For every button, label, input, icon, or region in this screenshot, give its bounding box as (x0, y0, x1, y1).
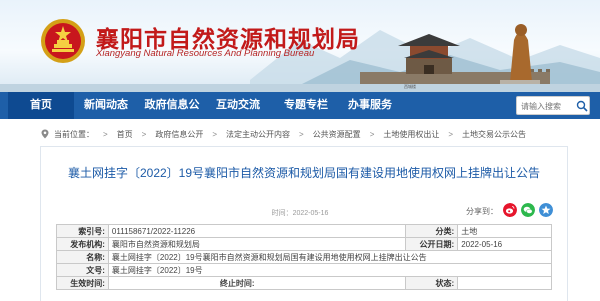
name-label: 名称: (56, 250, 109, 264)
main-nav: 首页 新闻动态 政府信息公开 互动交流 专题专栏 办事服务 (0, 92, 600, 138)
breadcrumb-prefix: 当前位置： (54, 129, 94, 139)
breadcrumb-land-transfer[interactable]: 土地使用权出让 (383, 129, 439, 140)
banner-caption: 西城楼 (404, 84, 416, 89)
breadcrumb-separator: > (103, 129, 108, 139)
nav-interaction[interactable]: 互动交流 (210, 92, 266, 119)
breadcrumb-statutory[interactable]: 法定主动公开内容 (226, 129, 290, 140)
document-info-table: 索引号: 011158671/2022-11226 分类: 土地 发布机构: 襄… (56, 224, 553, 290)
name-value: 襄土网挂字〔2022〕19号襄阳市自然资源和规划局国有建设用地使用权网上挂牌出让… (107, 250, 553, 264)
index-label: 索引号: (56, 224, 109, 238)
article-title: 襄土网挂字〔2022〕19号襄阳市自然资源和规划局国有建设用地使用权网上挂牌出让… (67, 166, 541, 180)
site-subtitle: Xiangyang Natural Resources And Planning… (96, 48, 315, 59)
nav-news[interactable]: 新闻动态 (76, 92, 136, 119)
nav-home[interactable]: 首页 (8, 92, 74, 119)
publisher-value: 襄阳市自然资源和规划局 (107, 237, 407, 251)
pubdate-label: 公开日期: (405, 237, 459, 251)
wechat-icon[interactable] (521, 203, 535, 217)
share-label: 分享到： (466, 207, 498, 216)
pubdate-value: 2022-05-16 (457, 237, 552, 251)
breadcrumb-land-notices[interactable]: 土地交易公示公告 (462, 129, 526, 140)
category-value: 土地 (457, 224, 552, 238)
search-input[interactable] (521, 99, 573, 113)
nav-special-topics[interactable]: 专题专栏 (278, 92, 334, 119)
location-icon (41, 129, 49, 139)
index-value: 011158671/2022-11226 (107, 224, 407, 238)
breadcrumb-separator: > (141, 129, 147, 139)
national-emblem-icon (40, 18, 86, 64)
header-banner: 襄阳市自然资源和规划局 Xiangyang Natural Resources … (0, 0, 600, 92)
table-row: 文号: 襄土网挂字〔2022〕19号 (56, 263, 553, 277)
effective-and-expiry: 终止时间: (107, 276, 407, 290)
table-row: 发布机构: 襄阳市自然资源和规划局 公开日期: 2022-05-16 (56, 237, 552, 251)
status-value (457, 276, 552, 290)
breadcrumb-gov-info[interactable]: 政府信息公开 (155, 129, 203, 140)
effective-label: 生效时间: (56, 276, 109, 290)
search-box (516, 96, 590, 115)
docno-label: 文号: (56, 263, 109, 277)
publisher-label: 发布机构: (56, 237, 109, 251)
expiry-label: 终止时间: (219, 278, 255, 288)
breadcrumb-home[interactable]: 首页 (117, 129, 133, 140)
nav-services[interactable]: 办事服务 (342, 92, 398, 119)
status-label: 状态: (405, 276, 459, 290)
qzone-icon[interactable] (539, 203, 553, 217)
docno-value: 襄土网挂字〔2022〕19号 (107, 263, 553, 277)
page: 襄阳市自然资源和规划局 Xiangyang Natural Resources … (0, 0, 600, 301)
search-icon[interactable] (576, 100, 588, 112)
breadcrumb: 当前位置： > 首页 > 政府信息公开 > 法定主动公开内容 > 公共资源配置 … (40, 127, 526, 141)
category-label: 分类: (405, 224, 459, 238)
table-row: 生效时间: 终止时间: 状态: (56, 276, 552, 290)
breadcrumb-separator: > (448, 129, 454, 139)
weibo-icon[interactable] (503, 203, 517, 217)
nav-gov-info[interactable]: 政府信息公开 (140, 92, 204, 138)
breadcrumb-separator: > (369, 129, 375, 139)
breadcrumb-separator: > (299, 129, 304, 139)
breadcrumb-public-resources[interactable]: 公共资源配置 (313, 129, 361, 140)
table-row: 名称: 襄土网挂字〔2022〕19号襄阳市自然资源和规划局国有建设用地使用权网上… (56, 250, 553, 264)
table-row: 索引号: 011158671/2022-11226 分类: 土地 (56, 224, 552, 238)
breadcrumb-separator: > (212, 129, 218, 139)
